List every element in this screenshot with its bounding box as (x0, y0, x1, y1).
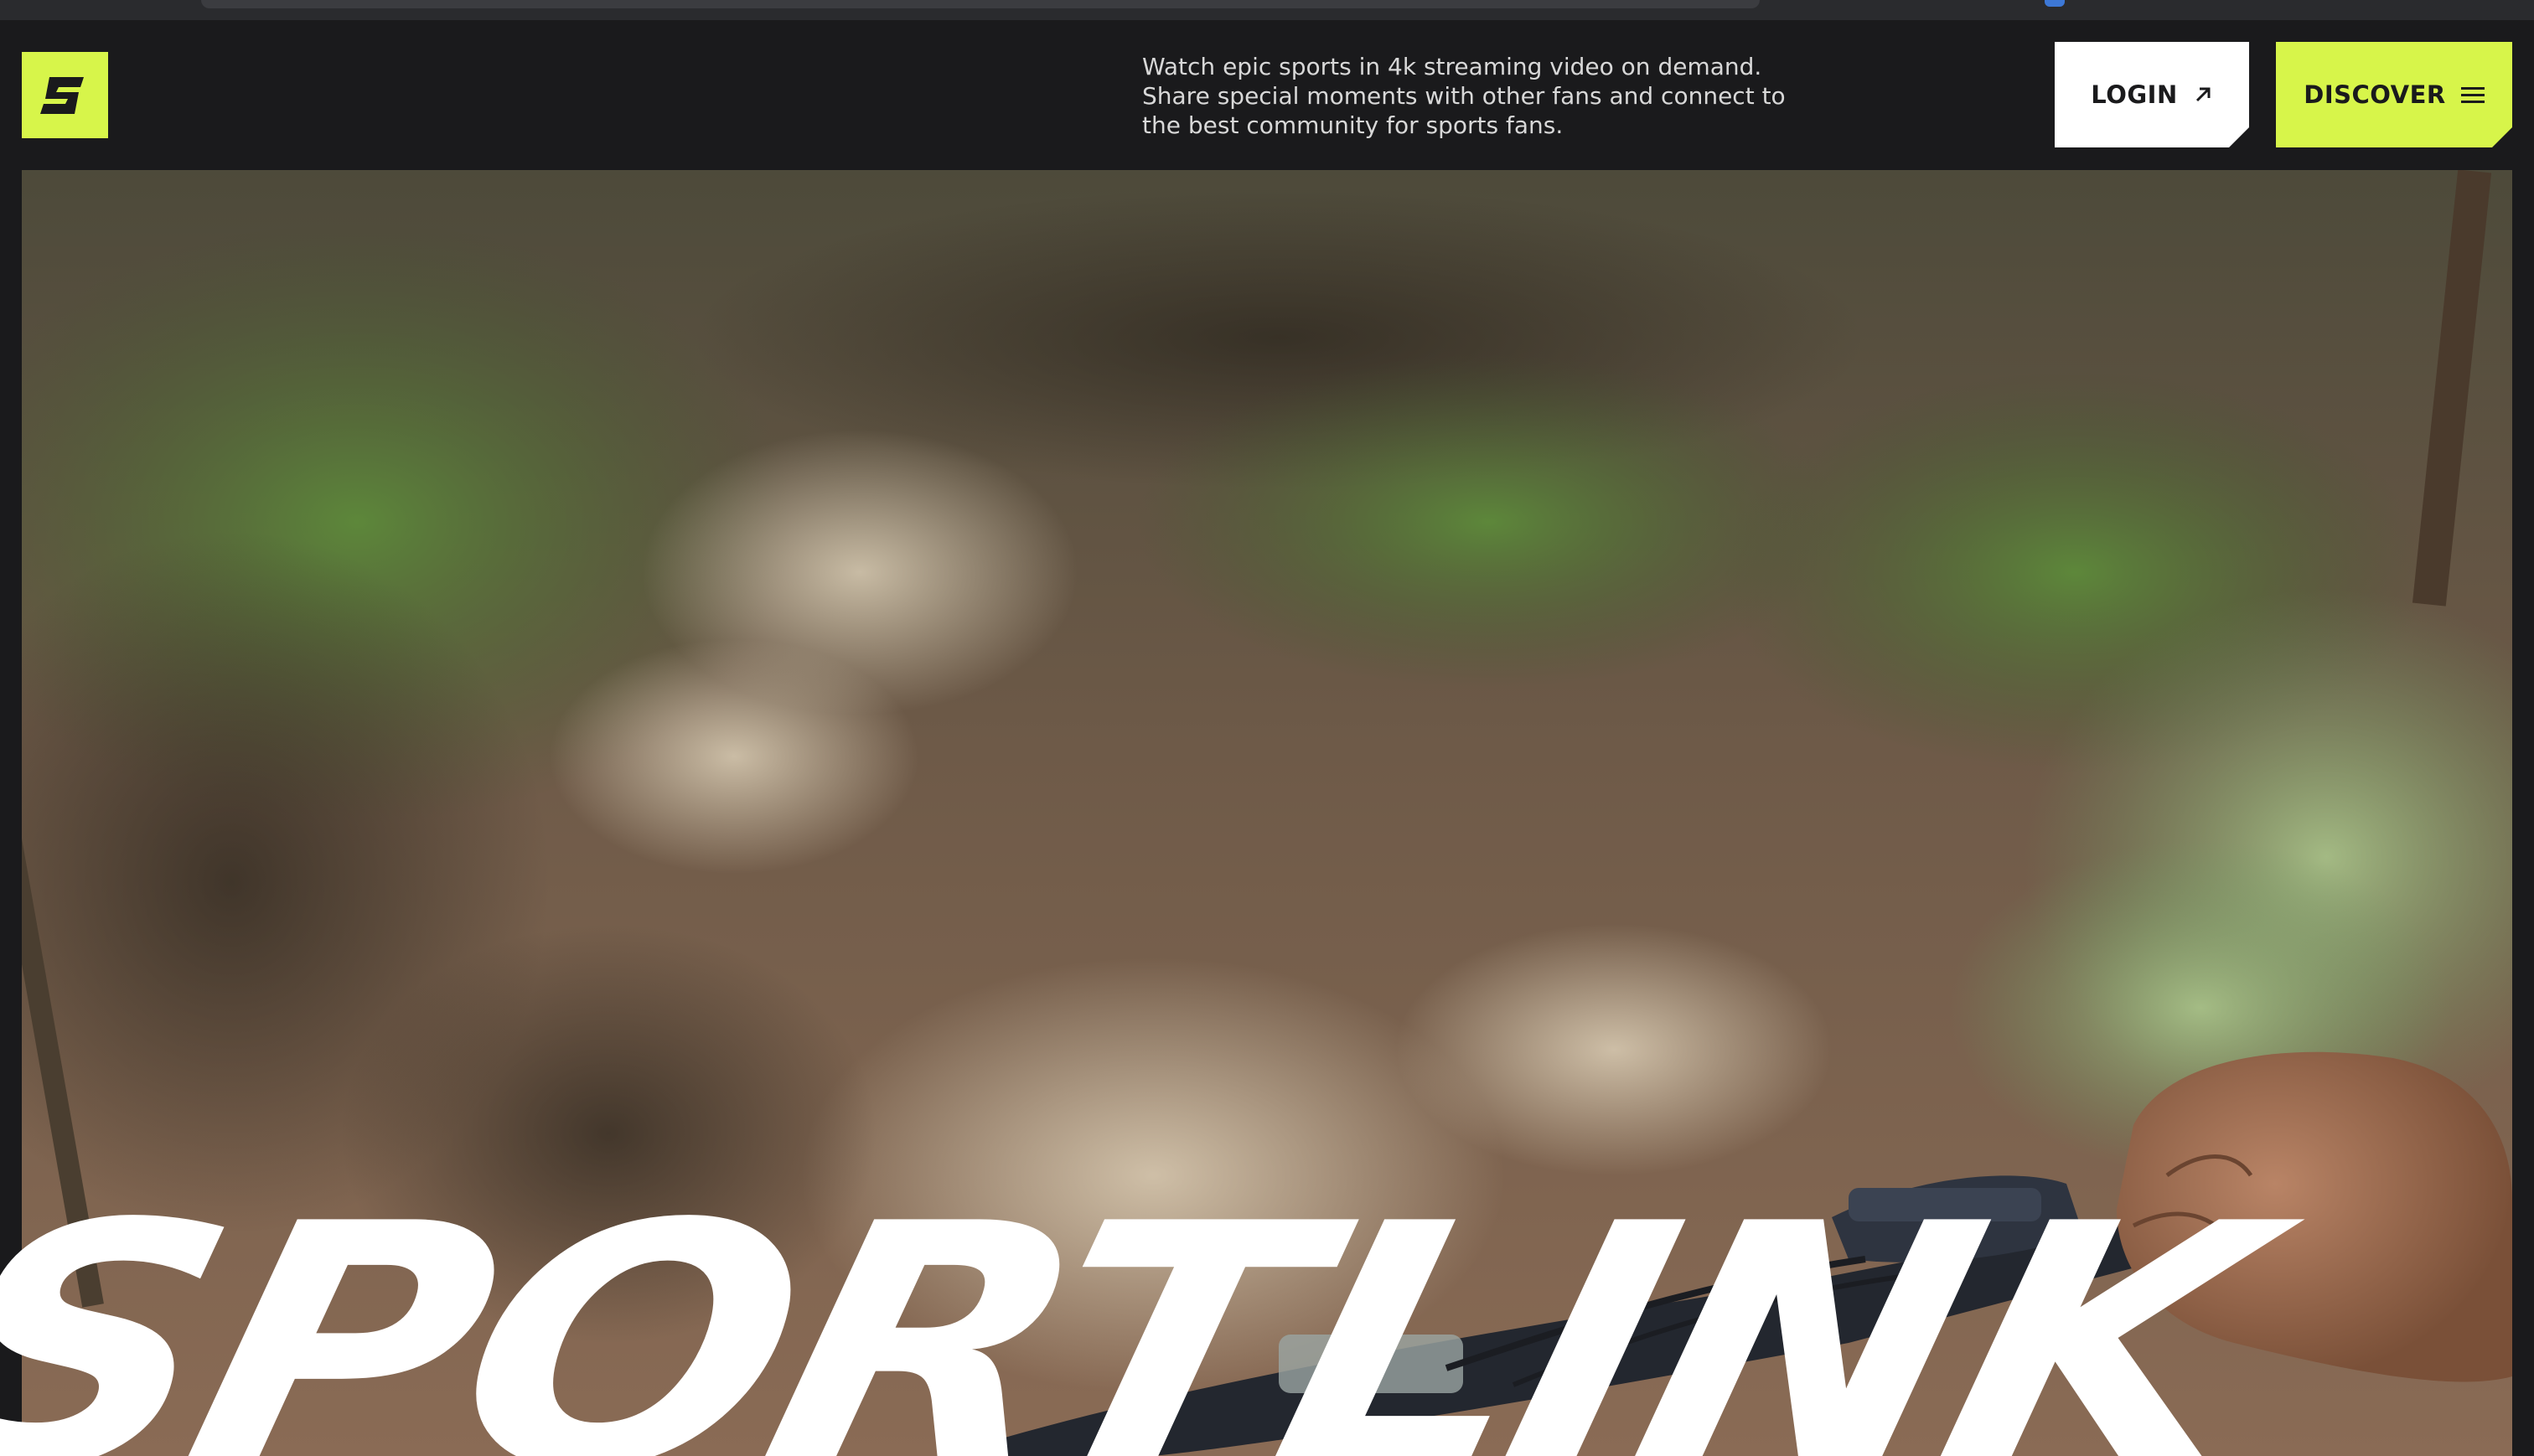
browser-address-bar[interactable] (201, 0, 1760, 8)
site-header: Watch epic sports in 4k streaming video … (0, 20, 2534, 171)
login-button[interactable]: LOGIN (2055, 42, 2249, 147)
sportlink-wordmark: SPORTLINK (0, 1215, 2534, 1456)
tagline: Watch epic sports in 4k streaming video … (1142, 53, 1786, 139)
brand-logo[interactable] (22, 52, 108, 138)
discover-button[interactable]: DISCOVER (2276, 42, 2512, 147)
login-label: LOGIN (2091, 80, 2178, 109)
browser-chrome (0, 0, 2534, 21)
brand-s-icon (40, 77, 84, 114)
wordmark-text: SPORTLINK (0, 1215, 2286, 1456)
hamburger-menu-icon (2461, 85, 2485, 104)
browser-indicator (2045, 0, 2065, 7)
discover-label: DISCOVER (2304, 80, 2446, 109)
arrow-up-right-icon (2193, 85, 2213, 105)
